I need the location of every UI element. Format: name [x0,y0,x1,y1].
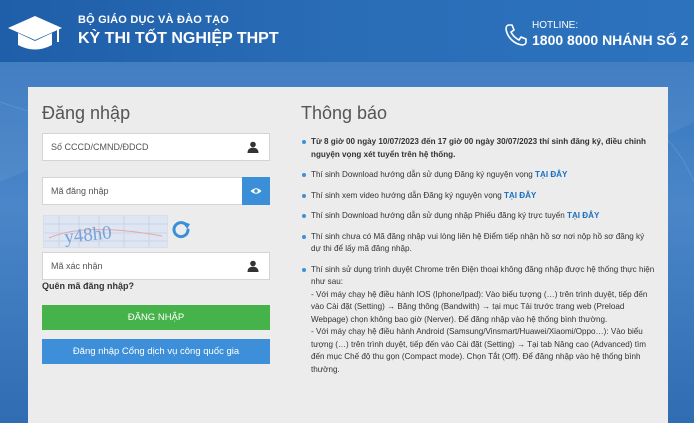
notice-text: Thí sinh chưa có Mã đăng nhập vui lòng l… [311,231,645,254]
site-header: BỘ GIÁO DỤC VÀ ĐÀO TẠO KỲ THI TỐT NGHIỆP… [0,0,694,62]
login-button[interactable]: ĐĂNG NHẬP [42,305,270,330]
bullet-icon [302,193,306,198]
notice-android-instructions: - Với máy chạy hệ điều hành Android (Sam… [311,327,646,374]
notice-item: Thí sinh xem video hướng dẫn Đăng ký ngu… [301,190,656,203]
notice-item: Thí sinh Download hướng dẫn sử dụng nhập… [301,210,656,223]
notice-text: Thí sinh Download hướng dẫn sử dụng Đăng… [311,170,536,179]
notice-text: Thí sinh Download hướng dẫn sử dụng nhập… [311,211,567,220]
bullet-icon [302,267,306,272]
registration-guide-link[interactable]: TẠI ĐÂY [567,211,599,220]
notice-item: Thí sinh Download hướng dẫn sử dụng Đăng… [301,169,656,182]
user-icon [247,141,259,153]
login-title: Đăng nhập [42,103,131,123]
ministry-name: BỘ GIÁO DỤC VÀ ĐÀO TẠO [78,14,230,26]
user-icon [247,260,259,272]
captcha-noise: y48h0 [44,216,167,247]
download-guide-link[interactable]: TẠI ĐÂY [535,170,567,179]
eye-icon [250,188,262,194]
captcha-field[interactable] [42,252,270,280]
national-portal-login-button[interactable]: Đăng nhập Cổng dịch vụ công quốc gia [42,339,270,364]
hotline-label: HOTLINE: [532,20,579,31]
notice-text: Từ 8 giờ 00 ngày 10/07/2023 đến 17 giờ 0… [311,137,646,159]
notice-item: Thí sinh sử dụng trình duyệt Chrome trên… [301,264,656,377]
bullet-icon [302,140,306,144]
captcha-code: y48h0 [63,222,112,247]
id-number-field[interactable] [42,133,270,161]
hotline-number[interactable]: 1800 8000 NHÁNH SỐ 2 [532,32,688,48]
refresh-captcha-icon[interactable] [171,219,191,239]
notices-title: Thông báo [301,103,388,123]
forgot-password-link[interactable]: Quên mã đăng nhập? [42,281,134,291]
captcha-input[interactable] [43,253,233,279]
bullet-icon [302,173,306,177]
notice-text: Thí sinh sử dụng trình duyệt Chrome trên… [311,264,655,287]
notices-list: Từ 8 giờ 00 ngày 10/07/2023 đến 17 giờ 0… [301,136,656,384]
bullet-icon [302,214,306,218]
graduation-cap-logo-icon[interactable] [6,12,64,54]
show-password-button[interactable] [242,177,270,205]
notice-item: Từ 8 giờ 00 ngày 10/07/2023 đến 17 giờ 0… [301,136,656,161]
video-guide-link[interactable]: TẠI ĐÂY [504,191,536,200]
password-input[interactable] [43,178,233,204]
password-field[interactable] [42,177,270,205]
notice-ios-instructions: - Với máy chạy hệ điều hành IOS (Iphone/… [311,289,648,324]
phone-icon [505,24,527,46]
captcha-image: y48h0 [43,215,168,248]
id-number-input[interactable] [43,134,233,160]
bullet-icon [302,234,306,239]
notice-item: Thí sinh chưa có Mã đăng nhập vui lòng l… [301,231,656,256]
exam-name: KỲ THI TỐT NGHIỆP THPT [78,30,279,47]
notice-text: Thí sinh xem video hướng dẫn Đăng ký ngu… [311,190,504,200]
